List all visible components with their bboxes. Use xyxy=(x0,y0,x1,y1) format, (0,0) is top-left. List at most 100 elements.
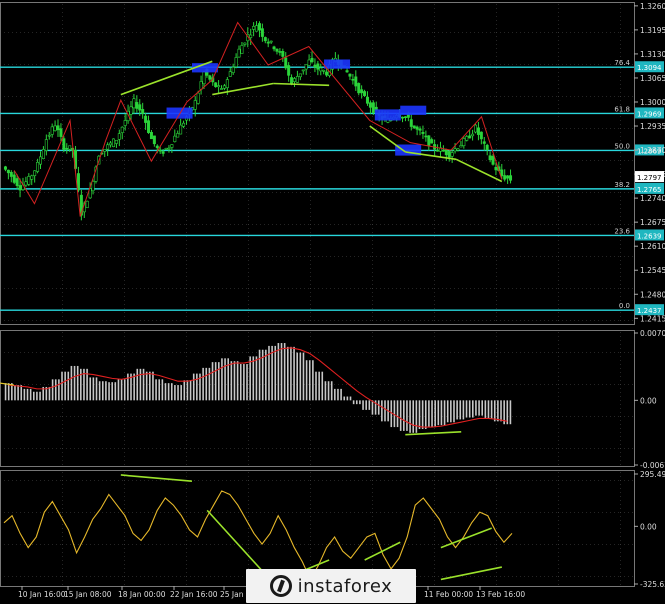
price-tick-label: 1.2480 xyxy=(640,290,665,299)
candle-body xyxy=(257,23,261,31)
candle-body xyxy=(59,128,63,137)
candle-body xyxy=(275,48,279,52)
fib-level-pct: 76.4 xyxy=(614,59,630,67)
current-price-label: 1.2797 xyxy=(637,174,662,182)
candle-body xyxy=(225,79,229,89)
candle-body xyxy=(471,133,475,137)
candle-body xyxy=(298,73,302,78)
candle-body xyxy=(47,134,51,137)
candle-body xyxy=(401,116,405,119)
candle-body xyxy=(304,64,308,70)
candle-body xyxy=(368,102,372,108)
candle-body xyxy=(106,144,110,150)
candle-body xyxy=(310,57,314,63)
candle-body xyxy=(462,138,466,147)
candle-body xyxy=(170,144,174,148)
candle-body xyxy=(202,71,206,85)
candle-body xyxy=(436,149,440,152)
candle-body xyxy=(53,125,57,131)
candle-body xyxy=(482,141,486,144)
candle-body xyxy=(476,127,480,135)
candle-body xyxy=(345,70,349,73)
candle-body xyxy=(281,51,285,57)
candle-body xyxy=(167,147,171,150)
candle-body xyxy=(354,76,358,87)
time-tick-label: 18 Jan 00:00 xyxy=(118,590,166,599)
candle-body xyxy=(132,98,136,109)
candle-body xyxy=(3,166,7,170)
candle-body xyxy=(196,92,200,104)
candle-body xyxy=(65,147,69,150)
candle-body xyxy=(252,26,256,30)
candle-body xyxy=(36,161,40,172)
candle-body xyxy=(260,28,264,37)
candle-body xyxy=(272,46,276,50)
candle-body xyxy=(44,139,48,151)
candle-body xyxy=(62,138,66,150)
chart-canvas: 76.4 61.8 50.0 38.2 23.6 0.0 1.3094 1.2969 1.28… xyxy=(0,2,665,599)
candle-body xyxy=(182,122,186,127)
candle-body xyxy=(27,176,31,185)
candle-body xyxy=(503,175,507,180)
candle-body xyxy=(117,133,121,140)
candle-body xyxy=(231,66,235,73)
fib-value-label: 1.2639 xyxy=(637,232,662,240)
price-tick-label: 1.3195 xyxy=(640,26,665,35)
candle-body xyxy=(149,132,153,140)
fib-level-pct: 0.0 xyxy=(619,302,630,310)
candle-body xyxy=(357,83,361,94)
candle-body xyxy=(103,149,107,152)
candle-body xyxy=(240,45,244,54)
candle-body xyxy=(360,89,364,94)
candle-body xyxy=(30,175,34,180)
fib-value-label: 1.2969 xyxy=(637,110,662,118)
candle-body xyxy=(91,181,95,192)
candle-body xyxy=(418,128,422,131)
candle-body xyxy=(447,151,451,158)
candle-body xyxy=(406,114,410,118)
candle-body xyxy=(441,149,445,152)
candle-body xyxy=(301,69,305,72)
candle-body xyxy=(444,149,448,156)
candle-body xyxy=(161,151,165,154)
candle-body xyxy=(325,71,329,76)
candle-body xyxy=(479,131,483,140)
candle-body xyxy=(50,126,54,135)
candle-body xyxy=(144,115,148,123)
price-tick-label: 1.2545 xyxy=(640,266,665,275)
price-tick-label: 1.2675 xyxy=(640,218,665,227)
candle-body xyxy=(506,175,510,179)
candle-body xyxy=(18,185,22,191)
price-zone xyxy=(400,105,427,115)
candle-body xyxy=(263,37,267,42)
price-tick-label: 1.3260 xyxy=(640,2,665,11)
candle-body xyxy=(68,145,72,150)
candle-body xyxy=(292,78,296,82)
candle-body xyxy=(365,96,369,104)
candle-body xyxy=(424,135,428,138)
candle-body xyxy=(313,64,317,68)
candle-body xyxy=(158,149,162,152)
candle-body xyxy=(415,126,419,130)
time-tick-label: 15 Jan 08:00 xyxy=(64,590,112,599)
time-tick-label: 25 Jan xyxy=(220,590,244,599)
candle-body xyxy=(15,178,19,186)
candle-body xyxy=(38,156,42,165)
candle-body xyxy=(152,135,156,145)
candle-body xyxy=(237,48,241,58)
candle-body xyxy=(287,65,291,76)
candle-body xyxy=(56,125,60,131)
fib-level-pct: 23.6 xyxy=(614,227,630,235)
candle-body xyxy=(155,145,159,149)
candle-body xyxy=(290,77,294,84)
candle-body xyxy=(295,76,299,83)
candle-body xyxy=(269,40,273,43)
candle-body xyxy=(322,70,326,72)
candle-body xyxy=(500,169,504,177)
candle-body xyxy=(465,136,469,141)
candle-body xyxy=(509,175,513,181)
candle-body xyxy=(12,174,16,183)
cci-tick-label: 0.00 xyxy=(640,522,657,531)
price-tick-label: 1.3000 xyxy=(640,98,665,107)
candle-body xyxy=(193,100,197,110)
